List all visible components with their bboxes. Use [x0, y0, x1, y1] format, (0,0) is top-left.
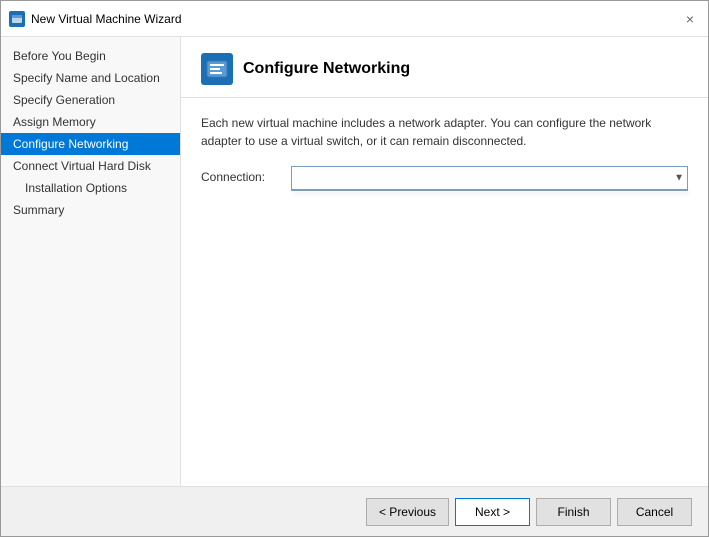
dialog-window: New Virtual Machine Wizard × Before You …: [0, 0, 709, 537]
connection-row: Connection: ▼: [201, 166, 688, 190]
page-title: Configure Networking: [243, 60, 410, 78]
sidebar-item-connect-hard-disk[interactable]: Connect Virtual Hard Disk: [1, 155, 180, 177]
page-body: Each new virtual machine includes a netw…: [181, 98, 708, 486]
next-button[interactable]: Next >: [455, 498, 530, 526]
sidebar: Before You BeginSpecify Name and Locatio…: [1, 37, 181, 486]
title-bar: New Virtual Machine Wizard ×: [1, 1, 708, 37]
cancel-button[interactable]: Cancel: [617, 498, 692, 526]
description-text: Each new virtual machine includes a netw…: [201, 114, 688, 150]
connection-control: ▼: [291, 166, 688, 190]
content-area: Before You BeginSpecify Name and Locatio…: [1, 37, 708, 486]
sidebar-item-before-you-begin[interactable]: Before You Begin: [1, 45, 180, 67]
sidebar-item-configure-networking[interactable]: Configure Networking: [1, 133, 180, 155]
connection-select[interactable]: [291, 166, 688, 190]
page-header-icon: [201, 53, 233, 85]
page-header: Configure Networking: [181, 37, 708, 98]
title-bar-text: New Virtual Machine Wizard: [31, 12, 680, 26]
sidebar-item-summary[interactable]: Summary: [1, 199, 180, 221]
connection-dropdown[interactable]: [291, 190, 688, 191]
wizard-icon: [9, 11, 25, 27]
sidebar-item-specify-name-location[interactable]: Specify Name and Location: [1, 67, 180, 89]
main-content: Configure Networking Each new virtual ma…: [181, 37, 708, 486]
connection-label: Connection:: [201, 166, 291, 184]
footer: < Previous Next > Finish Cancel: [1, 486, 708, 536]
sidebar-item-installation-options[interactable]: Installation Options: [1, 177, 180, 199]
sidebar-item-assign-memory[interactable]: Assign Memory: [1, 111, 180, 133]
finish-button[interactable]: Finish: [536, 498, 611, 526]
previous-button[interactable]: < Previous: [366, 498, 449, 526]
close-button[interactable]: ×: [680, 9, 700, 29]
sidebar-item-specify-generation[interactable]: Specify Generation: [1, 89, 180, 111]
